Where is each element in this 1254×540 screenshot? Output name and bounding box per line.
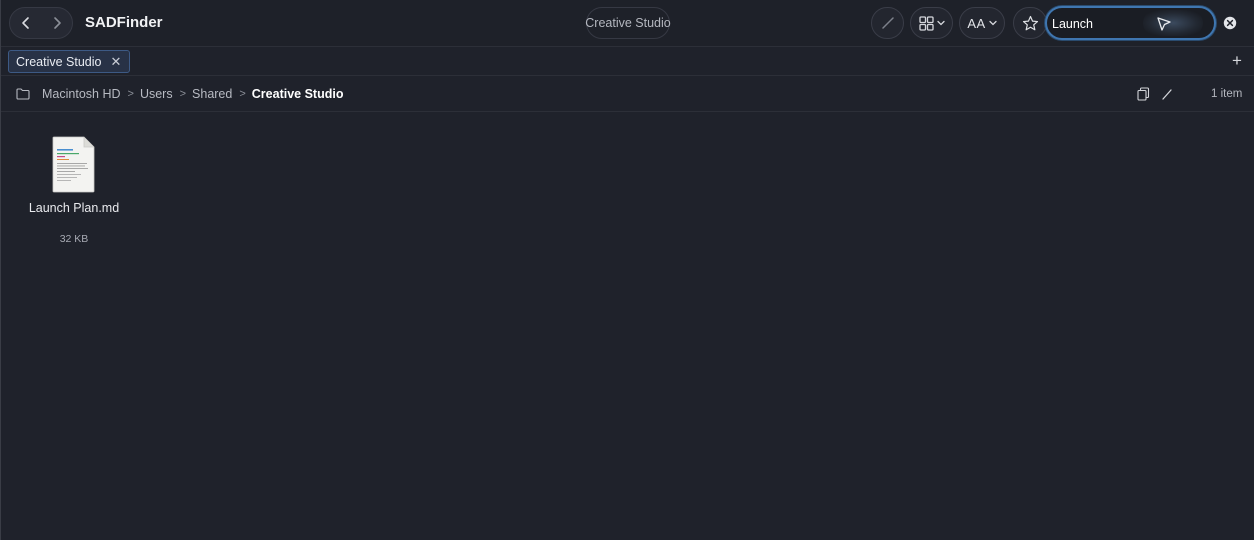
clear-search-icon[interactable] bbox=[1223, 16, 1237, 30]
app-title: SADFinder bbox=[85, 14, 163, 31]
tab-close-icon[interactable]: ✕ bbox=[110, 55, 121, 68]
favorite-button[interactable] bbox=[1013, 7, 1047, 39]
tab-bar: Creative Studio ✕ + bbox=[1, 46, 1254, 76]
chevron-right-icon: > bbox=[179, 88, 187, 100]
back-button[interactable] bbox=[10, 8, 41, 38]
tab-label: Creative Studio bbox=[16, 54, 102, 69]
tab-creative-studio[interactable]: Creative Studio ✕ bbox=[8, 50, 131, 73]
toolbar: SADFinder Creative Studio AA bbox=[1, 0, 1254, 46]
path-bar: Macintosh HD > Users > Shared > Creative… bbox=[1, 77, 1254, 112]
breadcrumb: Macintosh HD > Users > Shared > Creative… bbox=[16, 87, 343, 101]
search-field[interactable] bbox=[1045, 6, 1216, 40]
folder-icon bbox=[16, 88, 30, 100]
breadcrumb-macintosh-hd[interactable]: Macintosh HD bbox=[42, 87, 121, 101]
view-mode-button[interactable] bbox=[910, 7, 953, 39]
navigation-buttons bbox=[9, 7, 73, 39]
copy-path-icon[interactable] bbox=[1137, 87, 1150, 101]
breadcrumb-users[interactable]: Users bbox=[140, 87, 173, 101]
forward-button[interactable] bbox=[41, 8, 72, 38]
window-title: Creative Studio bbox=[585, 7, 671, 39]
chevron-down-icon bbox=[936, 20, 945, 26]
file-name: Launch Plan.md bbox=[28, 201, 120, 215]
finder-window: SADFinder Creative Studio AA Launch Crea… bbox=[0, 0, 1254, 540]
path-actions bbox=[1137, 87, 1173, 101]
text-size-button[interactable]: AA bbox=[959, 7, 1005, 39]
cursor-arrow-icon bbox=[1157, 17, 1171, 31]
search-highlight bbox=[1143, 10, 1203, 36]
chevron-right-icon bbox=[53, 17, 61, 29]
breadcrumb-shared[interactable]: Shared bbox=[192, 87, 232, 101]
markdown-file-icon bbox=[52, 136, 95, 193]
item-count: 1 item bbox=[1211, 88, 1243, 100]
chevron-down-icon bbox=[989, 20, 997, 26]
chevron-left-icon bbox=[21, 17, 29, 29]
pencil-slash-icon bbox=[881, 17, 894, 29]
add-tab-button[interactable]: + bbox=[1229, 52, 1245, 69]
breadcrumb-current: Creative Studio bbox=[251, 87, 344, 101]
tag-button[interactable] bbox=[871, 7, 904, 39]
chevron-right-icon: > bbox=[127, 88, 134, 100]
text-size-label: AA bbox=[967, 15, 986, 31]
star-icon bbox=[1022, 15, 1038, 30]
grid-view-icon bbox=[918, 15, 934, 31]
file-item[interactable]: Launch Plan.md 32 KB bbox=[25, 134, 123, 250]
edit-path-icon[interactable] bbox=[1161, 87, 1173, 101]
chevron-right-icon: > bbox=[239, 88, 246, 100]
file-size: 32 KB bbox=[59, 233, 89, 245]
